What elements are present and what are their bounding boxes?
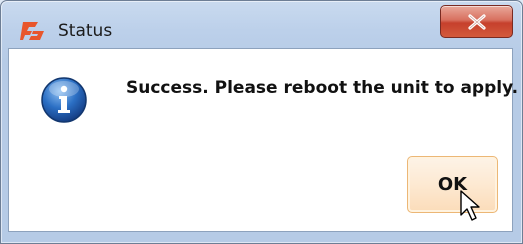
info-icon xyxy=(41,77,87,123)
dialog-window: Status Success. Please reboot the unit t… xyxy=(0,0,523,244)
status-message: Success. Please reboot the unit to apply… xyxy=(126,78,519,98)
close-icon xyxy=(468,14,486,30)
title-bar[interactable]: Status xyxy=(1,1,522,45)
dialog-content: Success. Please reboot the unit to apply… xyxy=(8,48,518,232)
window-title: Status xyxy=(58,21,113,41)
ok-button[interactable]: OK xyxy=(407,156,498,213)
mouse-cursor-icon xyxy=(460,190,480,221)
close-button[interactable] xyxy=(440,5,513,38)
app-logo-icon xyxy=(20,22,44,40)
